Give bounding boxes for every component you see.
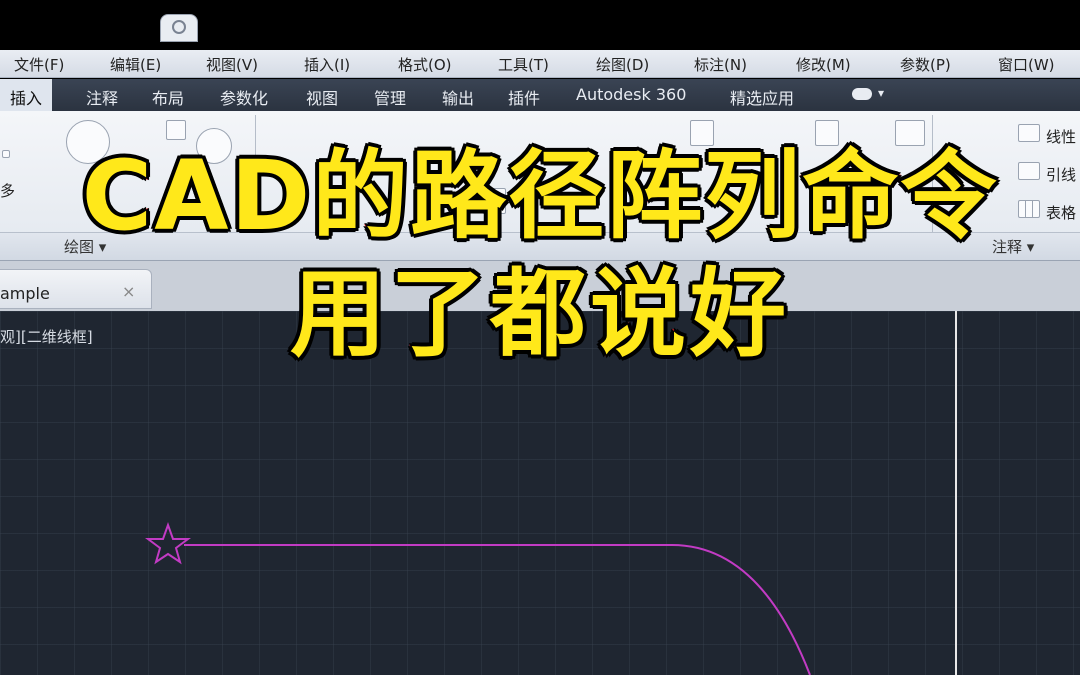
tab-manage[interactable]: 管理 [374,85,406,109]
menu-format[interactable]: 格式(O) [398,54,452,75]
star-object [145,522,191,565]
menu-bar: 文件(F) 编辑(E) 视图(V) 插入(I) 格式(O) 工具(T) 绘图(D… [0,50,1080,78]
menu-edit[interactable]: 编辑(E) [110,54,161,75]
tab-insert[interactable]: 插入 [0,79,53,111]
menu-parameters[interactable]: 参数(P) [900,54,951,75]
tab-autodesk-360[interactable]: Autodesk 360 [576,85,686,104]
plus-icon [172,20,186,34]
menu-draw[interactable]: 绘图(D) [596,54,649,75]
tab-output[interactable]: 输出 [442,85,474,109]
menu-insert[interactable]: 插入(I) [304,54,350,75]
menu-modify[interactable]: 修改(M) [796,54,851,75]
array-path [184,544,811,675]
overlay-title-line2: 用了都说好 [289,257,790,372]
menu-tools[interactable]: 工具(T) [498,54,549,75]
tab-view[interactable]: 视图 [306,85,338,109]
tab-parametric[interactable]: 参数化 [220,85,268,109]
menu-dimension[interactable]: 标注(N) [694,54,747,75]
menu-view[interactable]: 视图(V) [206,54,258,75]
chevron-down-icon[interactable]: ▾ [878,86,884,100]
tab-plugins[interactable]: 插件 [508,85,540,109]
menu-file[interactable]: 文件(F) [14,54,64,75]
tab-annotate[interactable]: 注释 [86,85,118,109]
tab-featured-apps[interactable]: 精选应用 [730,85,794,109]
cloud-icon[interactable] [852,88,872,100]
ribbon-tab-bar: 插入 注释 布局 参数化 视图 管理 输出 插件 Autodesk 360 精选… [0,79,1080,111]
tab-layout[interactable]: 布局 [152,85,184,109]
menu-window[interactable]: 窗口(W) [998,54,1055,75]
